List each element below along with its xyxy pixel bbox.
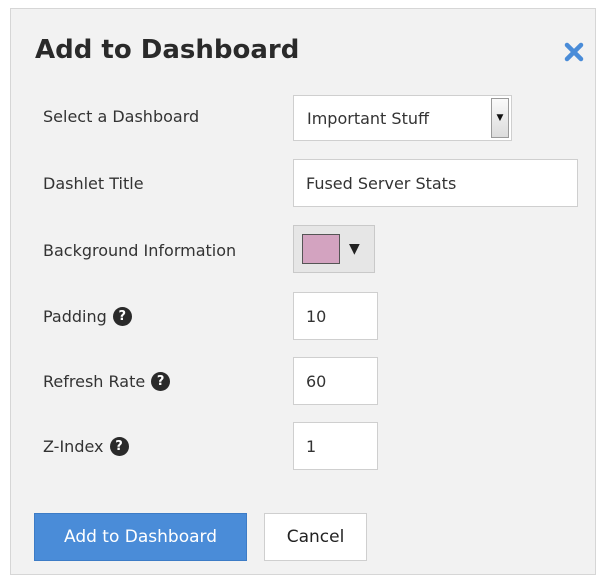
padding-label-text: Padding: [43, 307, 107, 326]
padding-input[interactable]: [293, 292, 378, 340]
add-to-dashboard-dialog: Add to Dashboard Select a Dashboard Impo…: [10, 8, 596, 575]
refresh-rate-label-text: Refresh Rate: [43, 372, 146, 391]
dashboard-select[interactable]: Important Stuff ▼: [293, 95, 512, 141]
select-dashboard-label-text: Select a Dashboard: [43, 107, 200, 126]
dashboard-select-value: Important Stuff: [307, 108, 429, 128]
refresh-rate-label: Refresh Rate ?: [43, 372, 171, 391]
dashlet-title-input[interactable]: [293, 159, 578, 207]
z-index-label: Z-Index ?: [43, 437, 129, 456]
dialog-title: Add to Dashboard: [35, 35, 300, 65]
padding-label: Padding ?: [43, 307, 132, 326]
select-dashboard-label: Select a Dashboard: [43, 107, 199, 126]
dropdown-arrow-icon[interactable]: ▼: [491, 98, 509, 138]
dashlet-title-label-text: Dashlet Title: [43, 174, 144, 193]
background-color-picker[interactable]: ▼: [293, 225, 375, 273]
close-icon[interactable]: [563, 41, 585, 63]
add-to-dashboard-button[interactable]: Add to Dashboard: [34, 513, 247, 561]
question-circle-icon[interactable]: ?: [112, 307, 132, 326]
z-index-label-text: Z-Index: [43, 437, 104, 456]
refresh-rate-input[interactable]: [293, 357, 378, 405]
cancel-button[interactable]: Cancel: [264, 513, 367, 561]
background-label: Background Information: [43, 241, 236, 260]
caret-down-icon: ▼: [349, 241, 360, 257]
question-circle-icon[interactable]: ?: [109, 437, 129, 456]
dashlet-title-label: Dashlet Title: [43, 174, 144, 193]
z-index-input[interactable]: [293, 422, 378, 470]
background-label-text: Background Information: [43, 241, 237, 260]
question-circle-icon[interactable]: ?: [151, 372, 171, 391]
color-swatch: [302, 234, 340, 264]
